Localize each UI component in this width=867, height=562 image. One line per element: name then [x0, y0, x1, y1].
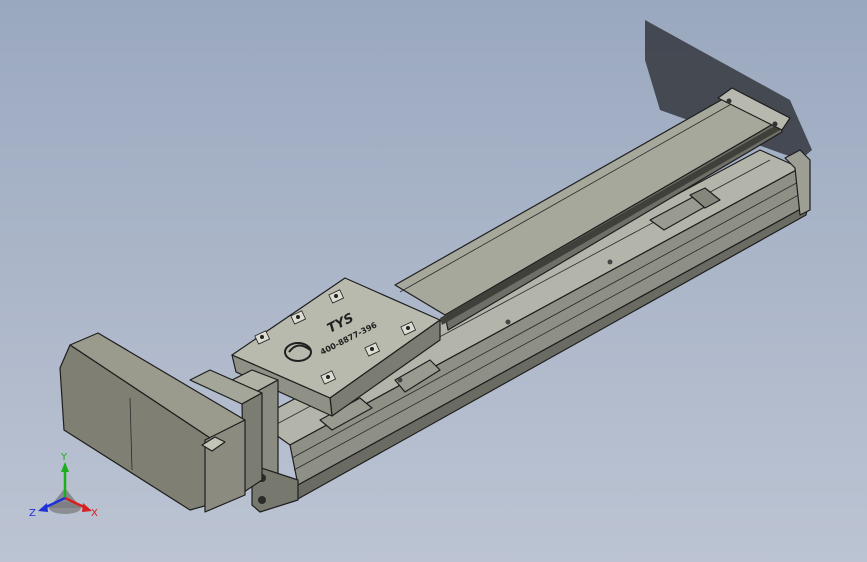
- triad-z-arrow: [38, 503, 48, 512]
- triad-z-label: Z: [29, 508, 36, 519]
- mount-hole: [397, 377, 403, 383]
- triad-y-label: Y: [60, 452, 68, 463]
- screw: [726, 98, 732, 104]
- mount-hole: [505, 319, 511, 325]
- triad-x-label: X: [91, 508, 98, 519]
- screw: [772, 121, 778, 127]
- mount-hole: [258, 496, 266, 504]
- coordinate-triad: Y X Z: [29, 452, 98, 519]
- mount-hole: [607, 259, 613, 265]
- triad-y-arrow: [61, 462, 69, 472]
- linear-actuator-model[interactable]: TYS 400-8877-396: [0, 0, 867, 562]
- cad-viewport[interactable]: TYS 400-8877-396 Y X Z: [0, 0, 867, 562]
